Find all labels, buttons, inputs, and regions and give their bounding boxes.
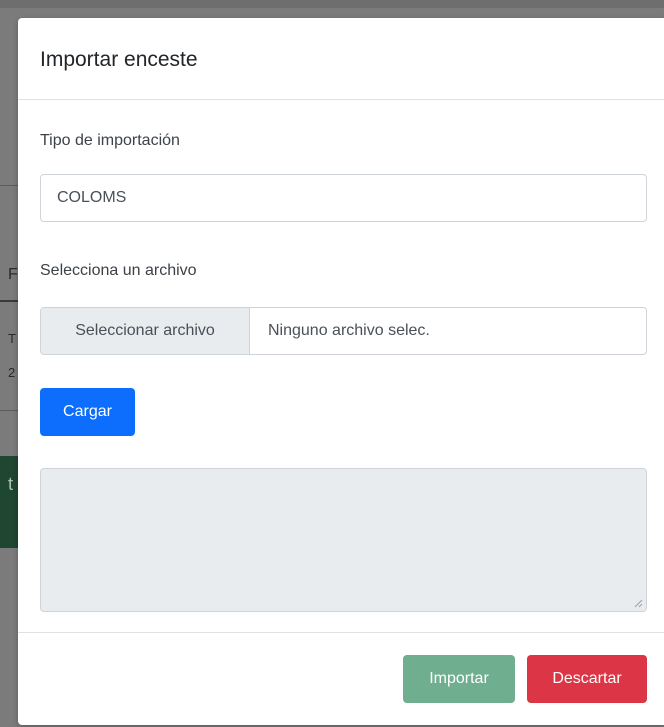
background-divider (0, 300, 18, 302)
modal-header: Importar enceste (18, 18, 664, 100)
load-button[interactable]: Cargar (40, 388, 135, 436)
background-text-fragment: T (8, 331, 16, 346)
import-output-textarea[interactable] (40, 468, 647, 612)
background-text-fragment: F (8, 266, 18, 283)
choose-file-button[interactable]: Seleccionar archivo (41, 308, 250, 354)
import-modal: Importar enceste Tipo de importación COL… (18, 18, 664, 725)
file-input[interactable]: Seleccionar archivo Ninguno archivo sele… (40, 307, 647, 355)
resize-grip-icon[interactable] (634, 599, 643, 608)
background-text-fragment: 2 (8, 365, 16, 380)
background-divider (0, 185, 18, 186)
background-top-strip (0, 0, 664, 8)
background-green-panel: t (0, 456, 18, 548)
import-type-label: Tipo de importación (40, 132, 180, 149)
modal-title: Importar enceste (40, 48, 198, 71)
selected-file-name: Ninguno archivo selec. (268, 322, 430, 339)
background-text-fragment: t (8, 474, 14, 494)
modal-footer: Importar Descartar (18, 632, 664, 725)
file-label: Selecciona un archivo (40, 262, 197, 279)
discard-button[interactable]: Descartar (527, 655, 647, 703)
background-divider (0, 410, 18, 411)
import-type-select[interactable]: COLOMS (40, 174, 647, 222)
import-button[interactable]: Importar (403, 655, 515, 703)
